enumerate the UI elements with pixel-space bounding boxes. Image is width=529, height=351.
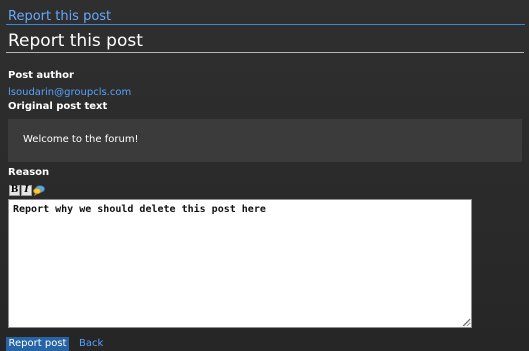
post-author-email[interactable]: lsoudarin@groupcls.com <box>8 87 131 99</box>
report-post-button[interactable]: Report post <box>6 337 69 351</box>
report-post-page: Report this post Report this post Post a… <box>0 0 529 351</box>
post-author-label: Post author <box>8 70 74 81</box>
page-title: Report this post <box>8 31 143 51</box>
resize-grip-icon[interactable] <box>463 319 471 327</box>
reason-label: Reason <box>8 167 50 178</box>
speech-bubble-icon[interactable] <box>33 184 45 196</box>
reason-toolbar: B I <box>9 184 45 196</box>
original-post-label: Original post text <box>8 101 108 112</box>
reason-textarea[interactable]: Report why we should delete this post he… <box>8 199 472 328</box>
bold-button[interactable]: B <box>9 184 20 196</box>
original-post-text: Welcome to the forum! <box>23 134 139 145</box>
italic-button[interactable]: I <box>21 184 32 196</box>
original-post-panel: Welcome to the forum! <box>8 119 522 162</box>
top-title: Report this post <box>8 9 112 24</box>
top-divider <box>6 24 525 25</box>
back-link[interactable]: Back <box>79 338 103 350</box>
title-divider <box>6 52 524 53</box>
